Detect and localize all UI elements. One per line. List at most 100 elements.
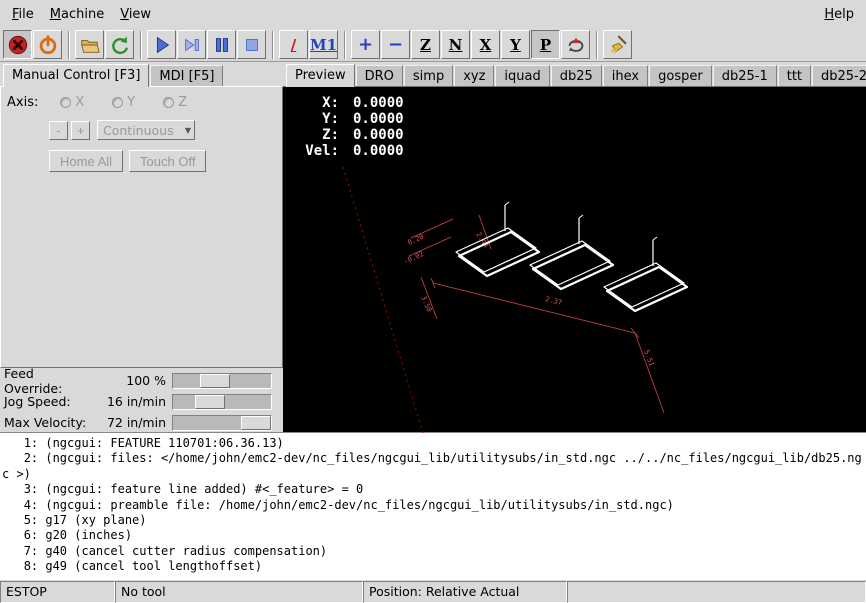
toolpath-shapes — [456, 202, 687, 311]
tab-db25[interactable]: db25 — [551, 65, 602, 86]
feed-override-row: Feed Override: 100 % — [4, 370, 279, 391]
machine-limit-line — [343, 167, 423, 433]
override-sliders: Feed Override: 100 % Jog Speed: 16 in/mi… — [0, 368, 283, 432]
slider-handle[interactable] — [241, 416, 271, 430]
position-readout: X:0.0000 Y:0.0000 Z:0.0000 Vel:0.0000 — [291, 95, 404, 159]
readout-x: X:0.0000 — [291, 95, 404, 111]
axis-radio-y[interactable]: Y — [112, 95, 135, 110]
max-velocity-value: 72 in/min — [96, 415, 172, 430]
optional-pause-toggle[interactable]: M1 — [309, 30, 338, 59]
pocket-2 — [530, 215, 613, 289]
top-view-icon: Z — [420, 36, 431, 54]
tab-gosper[interactable]: gosper — [649, 65, 712, 86]
run-icon — [151, 34, 173, 56]
slider-handle[interactable] — [200, 374, 230, 388]
reload-button[interactable] — [105, 30, 134, 59]
jog-increment-combobox[interactable]: Continuous ▼ — [97, 120, 195, 140]
radio-icon — [60, 97, 71, 108]
gcode-line: 8: g49 (cancel tool lengthoffset) — [2, 559, 866, 574]
jog-minus-button[interactable]: - — [49, 121, 68, 140]
gcode-line: 2: (ngcgui: files: </home/john/emc2-dev/… — [2, 451, 866, 482]
axis-label: Axis: — [7, 95, 38, 110]
run-button[interactable] — [147, 30, 176, 59]
axis-radio-x[interactable]: X — [60, 95, 84, 110]
jog-speed-slider[interactable] — [172, 394, 272, 410]
step-button[interactable] — [177, 30, 206, 59]
machine-power-button[interactable] — [33, 30, 62, 59]
pocket-3 — [604, 237, 687, 311]
feed-override-slider[interactable] — [172, 373, 272, 389]
home-all-button[interactable]: Home All — [49, 150, 123, 172]
optional-pause-icon: M1 — [310, 36, 337, 54]
rotate-view-icon — [565, 34, 587, 56]
rotate-view-button[interactable] — [561, 30, 590, 59]
dimension-lines — [409, 215, 664, 413]
manual-control-frame: Axis: X Y Z - — [0, 86, 283, 368]
tab-simp[interactable]: simp — [404, 65, 453, 86]
perspective-view-button[interactable]: P — [531, 30, 560, 59]
front-view-icon: Y — [510, 36, 521, 54]
perspective-view-icon: P — [540, 36, 551, 54]
dim-label: -0.02 — [403, 250, 426, 266]
menu-view[interactable]: View — [112, 3, 159, 26]
pause-icon — [211, 34, 233, 56]
clear-plot-button[interactable] — [603, 30, 632, 59]
control-notebook: Manual Control [F3] MDI [F5] Axis: X Y — [0, 62, 283, 432]
zoom-in-button[interactable]: + — [351, 30, 380, 59]
axis-y-label: Y — [127, 95, 135, 110]
skip-lines-toggle[interactable]: / — [279, 30, 308, 59]
stop-icon — [241, 34, 263, 56]
skip-lines-icon: / — [291, 36, 296, 54]
tab-iquad[interactable]: iquad — [495, 65, 549, 86]
menu-machine[interactable]: Machine — [42, 3, 112, 26]
front-view-button[interactable]: Y — [501, 30, 530, 59]
feed-override-label: Feed Override: — [4, 366, 96, 396]
tab-manual-control[interactable]: Manual Control [F3] — [3, 64, 149, 87]
control-tabs: Manual Control [F3] MDI [F5] — [0, 62, 283, 86]
tab-ttt[interactable]: ttt — [778, 65, 811, 86]
status-filler — [567, 581, 866, 603]
tab-mdi[interactable]: MDI [F5] — [150, 65, 223, 86]
feed-override-value: 100 % — [96, 373, 172, 388]
main-area: Manual Control [F3] MDI [F5] Axis: X Y — [0, 62, 866, 432]
radio-icon — [163, 97, 174, 108]
menu-file[interactable]: File — [4, 3, 42, 26]
tab-dro[interactable]: DRO — [356, 65, 403, 86]
estop-button[interactable] — [3, 30, 32, 59]
max-velocity-slider[interactable] — [172, 415, 272, 431]
zoom-out-icon: − — [388, 34, 403, 55]
side-view-button[interactable]: X — [471, 30, 500, 59]
max-velocity-row: Max Velocity: 72 in/min — [4, 412, 279, 433]
tab-ihex[interactable]: ihex — [603, 65, 648, 86]
clear-plot-icon — [607, 34, 629, 56]
tab-xyz[interactable]: xyz — [454, 65, 494, 86]
stop-button[interactable] — [237, 30, 266, 59]
jog-plus-button[interactable]: + — [71, 121, 90, 140]
rotated-top-view-button[interactable]: N — [441, 30, 470, 59]
touch-off-button[interactable]: Touch Off — [129, 150, 206, 172]
open-file-button[interactable] — [75, 30, 104, 59]
pocket-1 — [456, 202, 539, 276]
pause-button[interactable] — [207, 30, 236, 59]
axis-radio-group: X Y Z — [60, 95, 215, 110]
dim-label: 0.20 — [407, 233, 426, 247]
rotated-top-view-icon: N — [449, 36, 463, 54]
tab-db25-2[interactable]: db25-2 — [812, 65, 866, 86]
dim-label: 3.50 — [419, 295, 433, 314]
gcode-listing[interactable]: 1: (ngcgui: FEATURE 110701:06.36.13) 2: … — [0, 432, 866, 580]
readout-y: Y:0.0000 — [291, 111, 404, 127]
slider-handle[interactable] — [195, 395, 225, 409]
toolbar: / M1 + − Z N X Y P — [0, 28, 866, 62]
tab-db25-1[interactable]: db25-1 — [713, 65, 777, 86]
dim-label: 2.37 — [545, 295, 563, 307]
statusbar: ESTOP No tool Position: Relative Actual — [0, 580, 866, 603]
preview-canvas[interactable]: 0.20 -0.02 2.44 3.50 2.37 5.51 — [283, 86, 866, 432]
zoom-out-button[interactable]: − — [381, 30, 410, 59]
axis-radio-z[interactable]: Z — [163, 95, 187, 110]
top-view-button[interactable]: Z — [411, 30, 440, 59]
gcode-line: 6: g20 (inches) — [2, 528, 866, 543]
menu-help[interactable]: Help — [816, 3, 862, 26]
axis-z-label: Z — [178, 95, 187, 110]
toolbar-separator — [140, 31, 142, 59]
tab-preview[interactable]: Preview — [286, 64, 355, 87]
